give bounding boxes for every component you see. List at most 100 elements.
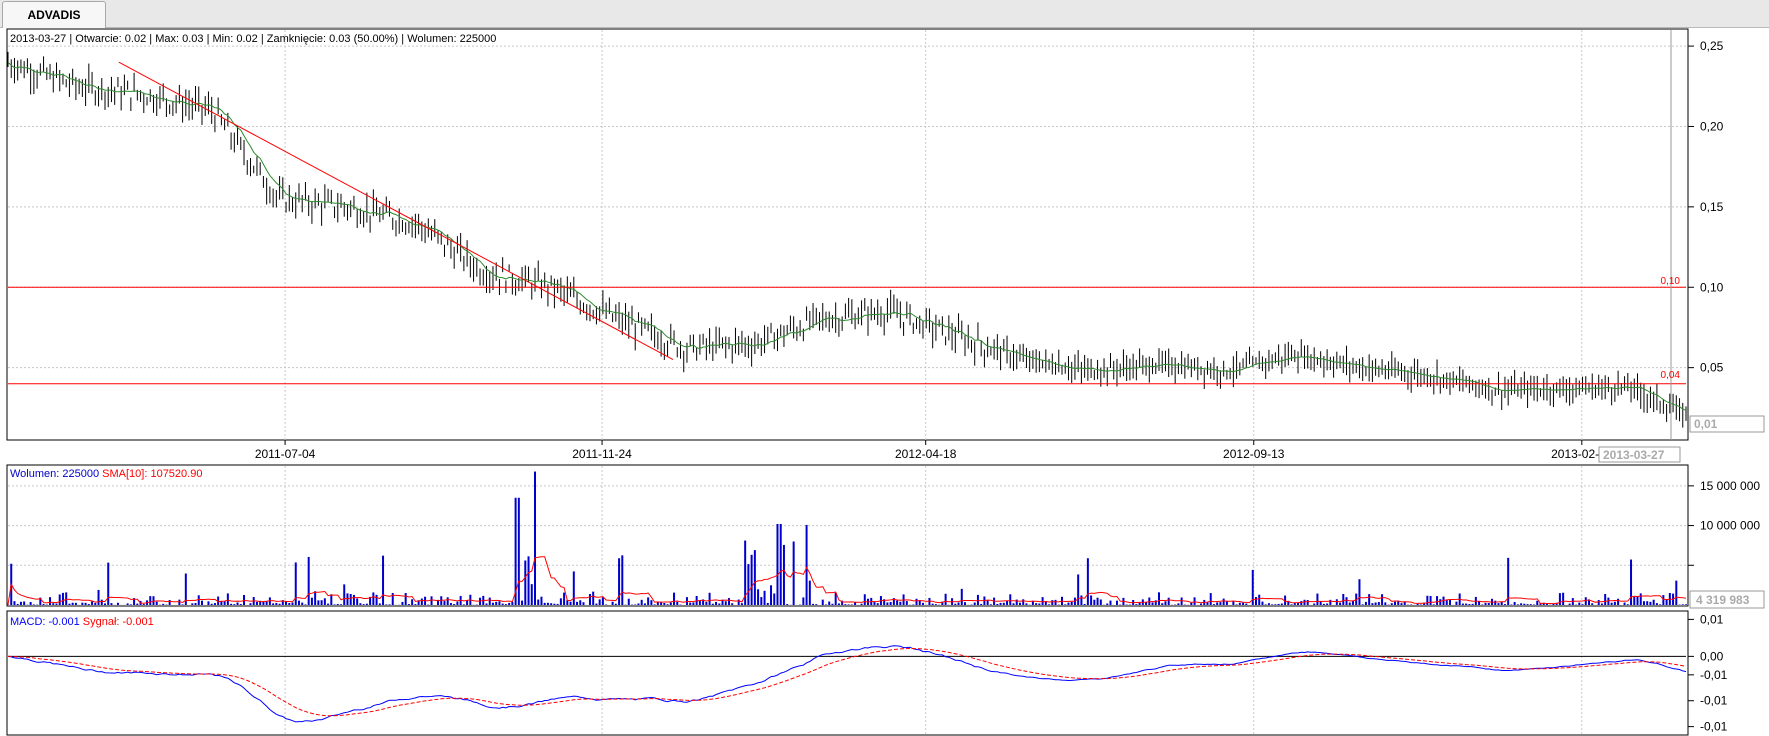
x-tick-label: 2011-11-24 (572, 447, 632, 461)
volume-bar (1471, 603, 1474, 605)
volume-bar (32, 604, 35, 605)
volume-bar (808, 580, 811, 605)
info-open: 0.02 (125, 33, 146, 45)
volume-bar (372, 592, 375, 605)
volume-bar (272, 603, 275, 605)
volume-bar (724, 601, 727, 605)
volume-bar (1562, 592, 1565, 605)
volume-bar (301, 602, 304, 605)
volume-bar (844, 604, 847, 605)
volume-bar (91, 601, 94, 605)
volume-bar (1157, 592, 1160, 605)
volume-bar (304, 604, 307, 605)
volume-bar (931, 603, 934, 605)
volume-bar (595, 603, 598, 605)
volume-bar (462, 604, 465, 605)
volume-bar (1054, 599, 1057, 605)
volume-bar (805, 524, 808, 605)
volume-bar (498, 601, 501, 605)
volume-bar (152, 596, 155, 605)
volume-bar (1038, 603, 1041, 605)
tab-advadis[interactable]: ADVADIS (2, 1, 106, 28)
volume-bar (317, 600, 320, 605)
volume-bar (1012, 603, 1015, 605)
volume-bar (491, 602, 494, 605)
volume-bar (986, 600, 989, 605)
volume-bar (1358, 579, 1361, 605)
volume-bar (530, 584, 533, 605)
volume-bar (960, 588, 963, 605)
hline-label-010: 0,10 (1661, 276, 1681, 287)
volume-bar (1500, 601, 1503, 605)
volume-bar (1077, 574, 1080, 605)
volume-bar (278, 603, 281, 605)
volume-bar (1642, 601, 1645, 605)
volume-bar (601, 597, 604, 605)
volume-bar (314, 591, 317, 605)
volume-bar (291, 602, 294, 605)
volume-bar (976, 594, 979, 605)
volume-bar (29, 602, 32, 605)
volume-bar (1591, 603, 1594, 605)
volume-bar (905, 601, 908, 605)
volume-bar (669, 602, 672, 605)
volume-bar (430, 596, 433, 605)
current-date-value: 2013-03-27 (1603, 448, 1665, 462)
volume-bar (876, 603, 879, 605)
volume-bar (511, 601, 514, 605)
volume-bar (110, 603, 113, 605)
volume-bar (1051, 600, 1054, 605)
volume-bar (1099, 599, 1102, 605)
volume-bar (537, 599, 540, 605)
chart-area[interactable]: 2011-07-04 2011-11-24 2012-04-18 2012-09-13… (0, 28, 1769, 736)
volume-bar (1652, 599, 1655, 605)
volume-bar (676, 601, 679, 605)
volume-bar (443, 601, 446, 605)
volume-bar (420, 598, 423, 605)
volume-bar (1151, 602, 1154, 605)
volume-bar (1348, 602, 1351, 605)
volume-bar (1300, 601, 1303, 605)
volume-bar (1177, 603, 1180, 605)
volume-bar (1597, 600, 1600, 605)
volume-bar (773, 593, 776, 605)
volume-bar (449, 603, 452, 605)
volume-bar (1096, 597, 1099, 605)
volume-bar (860, 603, 863, 605)
volume-bar (915, 598, 918, 605)
volume-bar (1313, 603, 1316, 605)
volume-bar (136, 603, 139, 605)
info-date: 2013-03-27 (10, 33, 66, 45)
volume-bar (579, 600, 582, 605)
volume-bar (715, 601, 718, 605)
volume-bar (1115, 600, 1118, 605)
volume-y-tick-label: 10 000 000 (1700, 519, 1760, 533)
volume-bar (802, 597, 805, 605)
volume-bar (1665, 599, 1668, 605)
volume-bar (1681, 604, 1684, 605)
volume-bar (1335, 599, 1338, 605)
volume-bar (711, 603, 714, 605)
volume-bar (1271, 604, 1274, 605)
macd-y-tick-label: -0,01 (1700, 694, 1728, 708)
volume-bar (181, 604, 184, 605)
info-close: 0.03 (50.00%) (329, 33, 398, 45)
x-tick-label: 2012-04-18 (895, 447, 957, 461)
chart-svg[interactable]: 2011-07-04 2011-11-24 2012-04-18 2012-09-13… (0, 28, 1769, 736)
volume-bar (921, 602, 924, 605)
volume-bar (944, 593, 947, 605)
volume-bar (404, 593, 407, 605)
volume-bar (1193, 597, 1196, 605)
volume-bar (757, 589, 760, 605)
volume-bar (1161, 603, 1164, 605)
volume-bar (1167, 597, 1170, 605)
volume-bar (1520, 603, 1523, 605)
volume-bar (1267, 603, 1270, 605)
price-info: 2013-03-27 | Otwarcie: 0.02 | Max: 0.03 … (10, 33, 496, 45)
volume-bar (336, 603, 339, 605)
volume-bar (74, 602, 77, 605)
volume-bar (65, 592, 68, 605)
volume-bar (1345, 597, 1348, 605)
volume-panel-frame (6, 464, 1689, 607)
volume-bar (356, 598, 359, 605)
